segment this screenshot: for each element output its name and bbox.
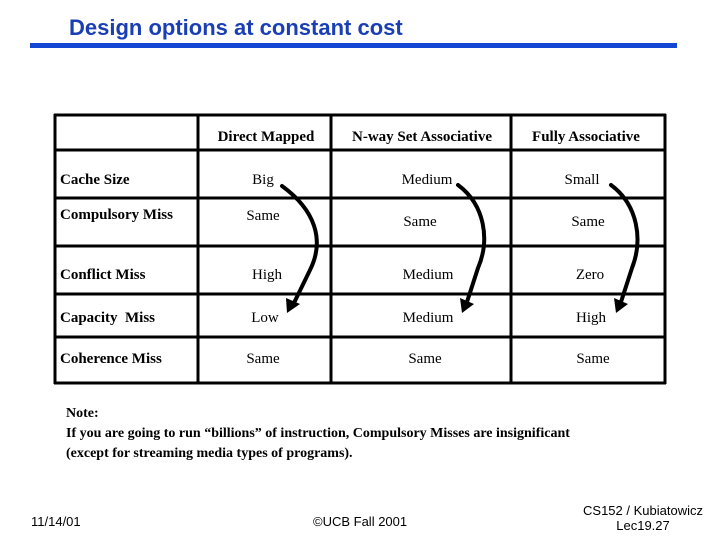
- cell-coherence-nway: Same: [408, 351, 442, 367]
- cell-cache-size-fully: Small: [564, 172, 600, 188]
- row-label-cache-size: Cache Size: [60, 172, 130, 188]
- footer-course: CS152 / Kubiatowicz: [583, 503, 703, 518]
- cell-cache-size-nway: Medium: [401, 172, 453, 188]
- note-heading: Note:: [66, 406, 99, 421]
- cell-capacity-nway: Medium: [402, 310, 454, 326]
- cell-compulsory-nway: Same: [403, 214, 437, 230]
- footer-copyright: ©UCB Fall 2001: [313, 514, 408, 529]
- footer-date: 11/14/01: [31, 514, 81, 529]
- note-line-2: (except for streaming media types of pro…: [66, 446, 353, 461]
- cell-compulsory-direct: Same: [246, 208, 280, 224]
- cell-capacity-direct: Low: [251, 310, 279, 326]
- cell-compulsory-fully: Same: [571, 214, 605, 230]
- row-label-capacity-miss: Capacity Miss: [60, 310, 155, 326]
- note-block: Note: If you are going to run “billions”…: [66, 404, 570, 464]
- arrowhead-direct-mapped: [286, 298, 300, 313]
- footer-course-info: CS152 / Kubiatowicz Lec19.27: [578, 503, 708, 533]
- column-header-fully-associative: Fully Associative: [532, 129, 640, 145]
- cell-cache-size-direct: Big: [252, 172, 274, 188]
- row-label-compulsory-miss: Compulsory Miss: [60, 207, 173, 223]
- cell-coherence-fully: Same: [576, 351, 610, 367]
- cell-capacity-fully: High: [576, 310, 606, 326]
- cell-conflict-direct: High: [252, 267, 282, 283]
- footer-lecture: Lec19.27: [616, 518, 670, 533]
- cell-conflict-nway: Medium: [402, 267, 454, 283]
- cell-coherence-direct: Same: [246, 351, 280, 367]
- cell-conflict-fully: Zero: [575, 267, 605, 283]
- column-header-direct-mapped: Direct Mapped: [217, 129, 315, 145]
- column-header-nway-set-associative: N-way Set Associative: [352, 129, 492, 145]
- row-label-conflict-miss: Conflict Miss: [60, 267, 146, 283]
- note-line-1: If you are going to run “billions” of in…: [66, 426, 570, 441]
- row-label-coherence-miss: Coherence Miss: [60, 351, 162, 367]
